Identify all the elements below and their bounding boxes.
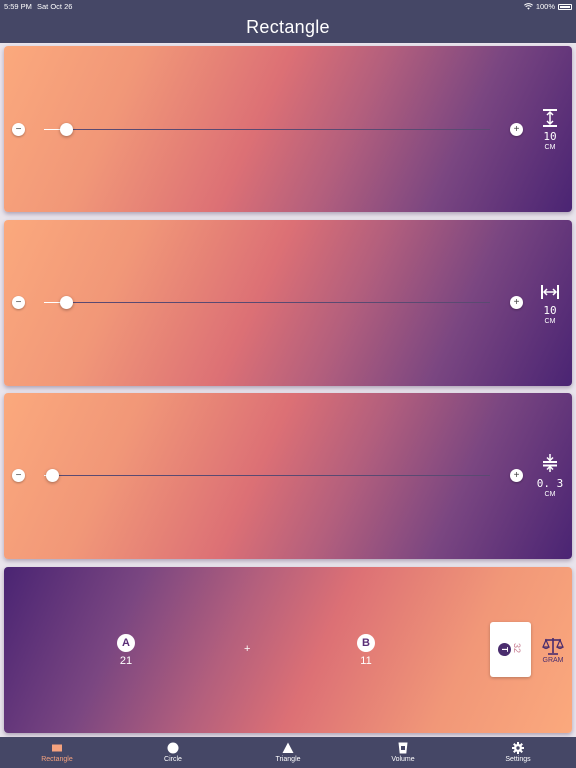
top-bar: 5:59 PM Sat Oct 26 100% Rectangle — [0, 0, 576, 43]
total-badge: T — [498, 643, 511, 656]
status-bar: 5:59 PM Sat Oct 26 100% — [4, 2, 572, 12]
thickness-unit: CM — [544, 491, 556, 498]
tab-triangle-label: Triangle — [275, 756, 301, 763]
rectangle-icon — [52, 744, 62, 752]
cup-icon — [398, 742, 408, 754]
wifi-icon — [523, 3, 533, 10]
length-slider-card: − + 10 CM — [4, 46, 572, 212]
result-card-panel — [4, 567, 572, 733]
thickness-arrow-icon — [543, 454, 557, 472]
width-slider-card: − + 10 CM — [4, 220, 572, 386]
tab-bar: Rectangle Circle Triangle Volume Setting… — [0, 737, 576, 768]
tab-volume-label: Volume — [391, 756, 415, 763]
status-date: Sat Oct 26 — [37, 2, 73, 11]
page-title: Rectangle — [246, 17, 330, 37]
length-slider-track[interactable] — [44, 129, 490, 130]
tab-triangle[interactable]: Triangle — [248, 737, 328, 768]
plus-sign: + — [244, 643, 251, 655]
increase-thickness-button[interactable]: + — [510, 469, 523, 482]
total-result-card[interactable]: T 32 — [490, 622, 531, 677]
b-badge: B — [357, 634, 375, 652]
status-right: 100% — [523, 2, 572, 11]
gear-icon — [512, 742, 524, 754]
width-slider-track[interactable] — [44, 302, 490, 303]
total-value: 32 — [512, 643, 522, 654]
gram-label: GRAM — [542, 657, 564, 664]
battery-percent: 100% — [535, 2, 555, 11]
decrease-width-button[interactable]: − — [12, 296, 25, 309]
scale-icon[interactable] — [542, 637, 564, 655]
status-time: 5:59 PM — [4, 2, 32, 11]
width-value: 10 — [543, 304, 557, 317]
tab-rectangle[interactable]: Rectangle — [17, 737, 97, 768]
width-unit: CM — [544, 318, 556, 325]
height-arrow-icon — [543, 109, 557, 127]
thickness-value: 0. 3 — [536, 477, 564, 490]
length-unit: CM — [544, 144, 556, 151]
a-value: 21 — [119, 655, 133, 667]
b-value: 11 — [360, 655, 372, 667]
tab-rectangle-label: Rectangle — [41, 756, 73, 763]
decrease-thickness-button[interactable]: − — [12, 469, 25, 482]
thickness-slider-thumb[interactable] — [46, 469, 60, 482]
increase-length-button[interactable]: + — [510, 123, 523, 136]
tab-circle[interactable]: Circle — [133, 737, 213, 768]
tab-settings-label: Settings — [505, 756, 531, 763]
tab-circle-label: Circle — [164, 756, 182, 763]
a-badge: A — [117, 634, 135, 652]
tab-volume[interactable]: Volume — [363, 737, 443, 768]
battery-icon — [558, 3, 572, 10]
length-value: 10 — [543, 130, 557, 143]
tab-settings[interactable]: Settings — [478, 737, 558, 768]
thickness-slider-track[interactable] — [44, 475, 490, 476]
circle-icon — [167, 742, 179, 754]
thickness-slider-card: − + 0. 3 CM — [4, 393, 572, 559]
decrease-length-button[interactable]: − — [12, 123, 25, 136]
length-slider-thumb[interactable] — [59, 123, 73, 136]
width-arrow-icon — [541, 285, 559, 299]
increase-width-button[interactable]: + — [510, 296, 523, 309]
triangle-icon — [282, 742, 294, 753]
width-slider-thumb[interactable] — [59, 296, 73, 309]
